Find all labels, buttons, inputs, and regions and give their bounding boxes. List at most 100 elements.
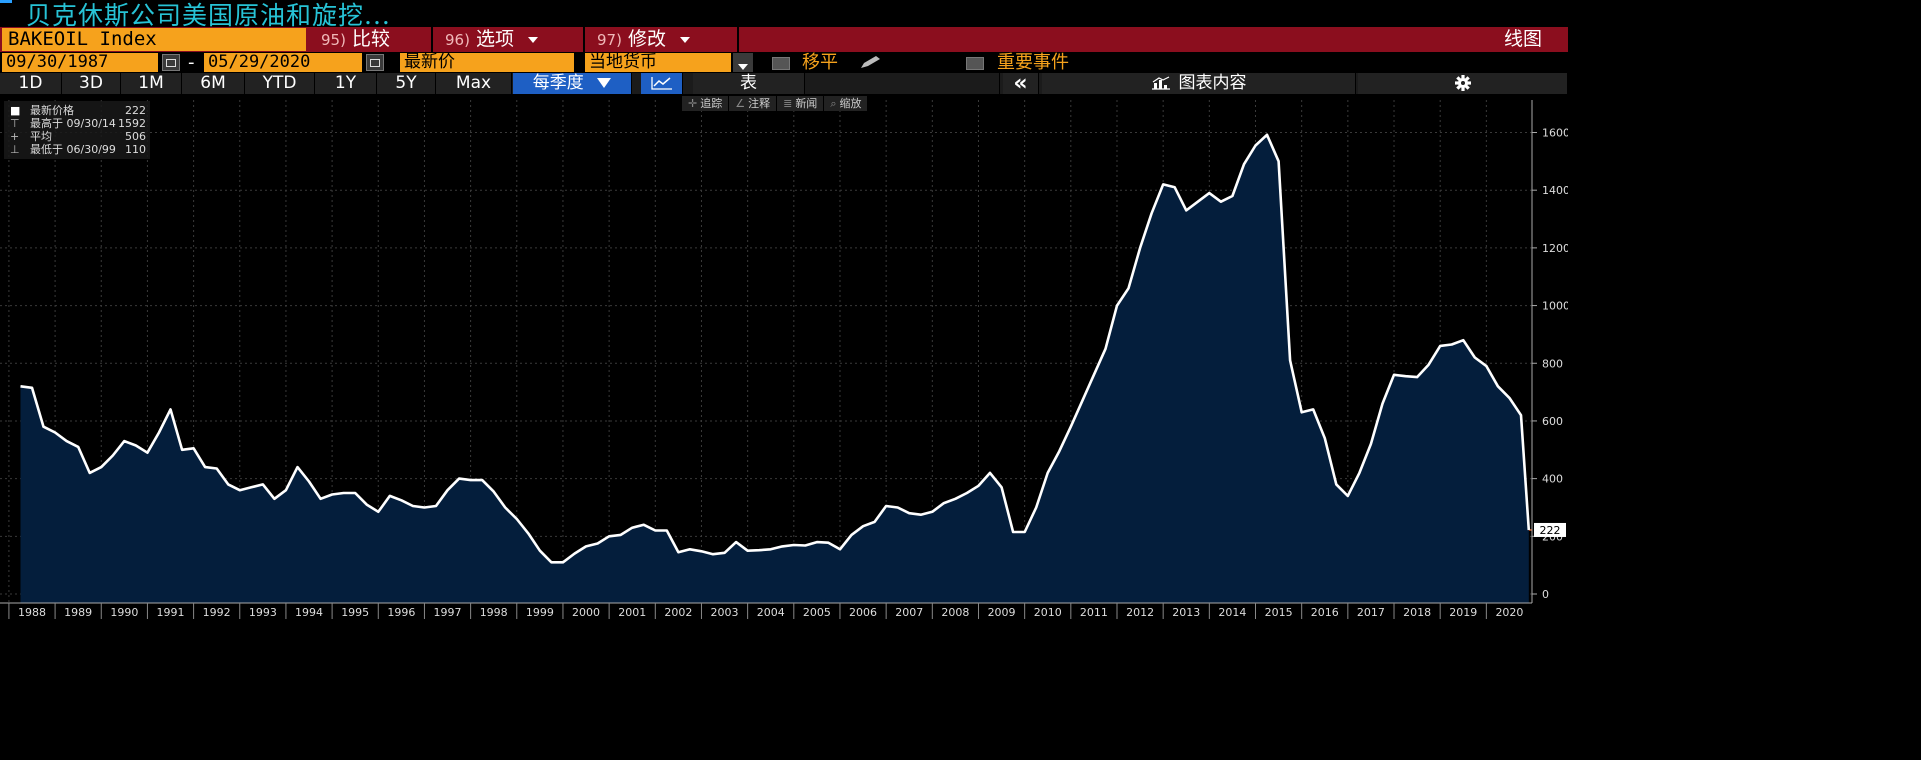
x-tick-label: 1991 [157, 606, 185, 619]
period-label: 每季度 [532, 73, 584, 93]
chevron-down-icon [527, 36, 538, 43]
x-tick-label: 2014 [1218, 606, 1246, 619]
events-checkbox[interactable] [966, 57, 984, 70]
end-date-field[interactable]: 05/29/2020 [204, 53, 362, 72]
date-separator: - [188, 52, 195, 73]
compare-label: 比较 [351, 28, 390, 50]
annotate-label: 注释 [748, 97, 771, 110]
moving-avg-checkbox[interactable] [772, 57, 790, 70]
zoom-tool[interactable]: ⌕ 缩放 [824, 96, 869, 111]
x-tick-label: 1997 [434, 606, 462, 619]
legend-low: ⊥ 最低于 06/30/99 110 [4, 143, 150, 156]
toolbar-spacer [805, 73, 1000, 94]
period-select[interactable]: 每季度 [513, 73, 632, 94]
x-tick-label: 2004 [757, 606, 785, 619]
x-tick-label: 2011 [1080, 606, 1108, 619]
range-ytd[interactable]: YTD [245, 73, 315, 94]
news-tool[interactable]: ≣ 新闻 [777, 96, 825, 111]
x-tick-label: 2003 [711, 606, 739, 619]
field-select[interactable]: 最新价 [400, 53, 574, 72]
moving-avg-label: 移平 [802, 52, 838, 73]
track-label: 追踪 [700, 97, 723, 110]
x-tick-label: 2006 [849, 606, 877, 619]
range-1d[interactable]: 1D [0, 73, 62, 94]
x-tick-label: 2012 [1126, 606, 1154, 619]
chart-content-icon [1151, 76, 1170, 90]
gear-icon [1454, 75, 1471, 91]
ticker-field[interactable]: BAKEOIL Index [2, 28, 306, 51]
options-button[interactable]: 96) 选项 [435, 27, 585, 52]
range-6m[interactable]: 6M [182, 73, 245, 94]
legend-value: 506 [125, 130, 146, 143]
chart-content-button[interactable]: 图表内容 [1042, 73, 1356, 94]
legend-symbol: ■ [10, 104, 21, 117]
x-tick-label: 2018 [1403, 606, 1431, 619]
options-label: 选项 [475, 28, 514, 50]
annotate-tool[interactable]: ∠ 注释 [729, 96, 778, 111]
compare-button[interactable]: 95) 比较 [309, 27, 433, 52]
x-tick-label: 2008 [941, 606, 969, 619]
currency-select[interactable]: 当地货币 [585, 53, 731, 72]
range-1y[interactable]: 1Y [315, 73, 377, 94]
x-tick-label: 2015 [1265, 606, 1293, 619]
chart-type-label[interactable]: 线图 [1504, 27, 1542, 52]
line-chart-button[interactable] [641, 73, 683, 94]
legend-last: ■ 最新价格 222 [4, 104, 150, 117]
title-mark [0, 0, 12, 3]
x-tick-label: 2000 [572, 606, 600, 619]
x-tick-label: 2010 [1034, 606, 1062, 619]
calendar-icon[interactable] [162, 54, 180, 71]
x-tick-label: 2020 [1495, 606, 1523, 619]
range-3d[interactable]: 3D [62, 73, 121, 94]
chart-content-label: 图表内容 [1178, 73, 1247, 93]
settings-button[interactable] [1358, 73, 1568, 94]
x-tick-label: 2016 [1311, 606, 1339, 619]
line-chart-icon [650, 77, 672, 90]
x-tick-label: 2007 [895, 606, 923, 619]
currency-dropdown[interactable] [733, 53, 753, 72]
collapse-icon[interactable]: « [1003, 73, 1039, 95]
range-max[interactable]: Max [436, 73, 512, 94]
start-date-field[interactable]: 09/30/1987 [2, 53, 158, 72]
x-tick-label: 1988 [18, 606, 46, 619]
chevron-down-icon [738, 63, 748, 70]
price-chart[interactable]: 02004006008001000120014001600 1988198919… [0, 94, 1568, 620]
x-tick-label: 1995 [341, 606, 369, 619]
x-tick-label: 2001 [618, 606, 646, 619]
legend-value: 222 [125, 104, 146, 117]
modify-button[interactable]: 97) 修改 [587, 27, 739, 52]
x-tick-label: 1990 [110, 606, 138, 619]
table-button[interactable]: 表 [693, 73, 805, 94]
pencil-icon[interactable] [858, 54, 886, 70]
calendar-icon[interactable] [366, 54, 384, 71]
legend-label: 最低于 06/30/99 [30, 143, 116, 156]
zoom-icon: ⌕ [830, 97, 837, 110]
x-tick-label: 1989 [64, 606, 92, 619]
y-tick-label: 1000 [1542, 300, 1568, 313]
legend-label: 最新价格 [30, 104, 74, 117]
x-axis-ticks: 1988 1989 1990 1991 1992 1993 1994 1995 1996 1997… [8, 603, 1523, 619]
news-label: 新闻 [795, 97, 818, 110]
y-tick-label: 800 [1542, 357, 1563, 370]
pencil-icon: ∠ [735, 97, 746, 110]
range-1m[interactable]: 1M [121, 73, 182, 94]
legend-label: 平均 [30, 130, 52, 143]
track-tool[interactable]: ✛ 追踪 [682, 96, 730, 111]
y-tick-label: 1200 [1542, 242, 1568, 255]
x-tick-label: 2017 [1357, 606, 1385, 619]
range-5y[interactable]: 5Y [377, 73, 436, 94]
y-tick-label: 600 [1542, 415, 1563, 428]
events-label: 重要事件 [997, 52, 1069, 73]
x-tick-label: 2013 [1172, 606, 1200, 619]
zoom-label: 缩放 [839, 97, 862, 110]
chart-legend: ■ 最新价格 222 ⊤ 最高于 09/30/14 1592 + 平均 506 … [4, 101, 150, 159]
x-tick-label: 2019 [1449, 606, 1477, 619]
modify-number: 97) [597, 31, 622, 49]
legend-value: 110 [125, 143, 146, 156]
legend-average: + 平均 506 [4, 130, 150, 143]
y-tick-label: 1600 [1542, 127, 1568, 140]
y-tick-label: 0 [1542, 588, 1549, 601]
compare-number: 95) [321, 31, 346, 49]
legend-value: 1592 [118, 117, 146, 130]
legend-symbol: + [10, 130, 20, 143]
